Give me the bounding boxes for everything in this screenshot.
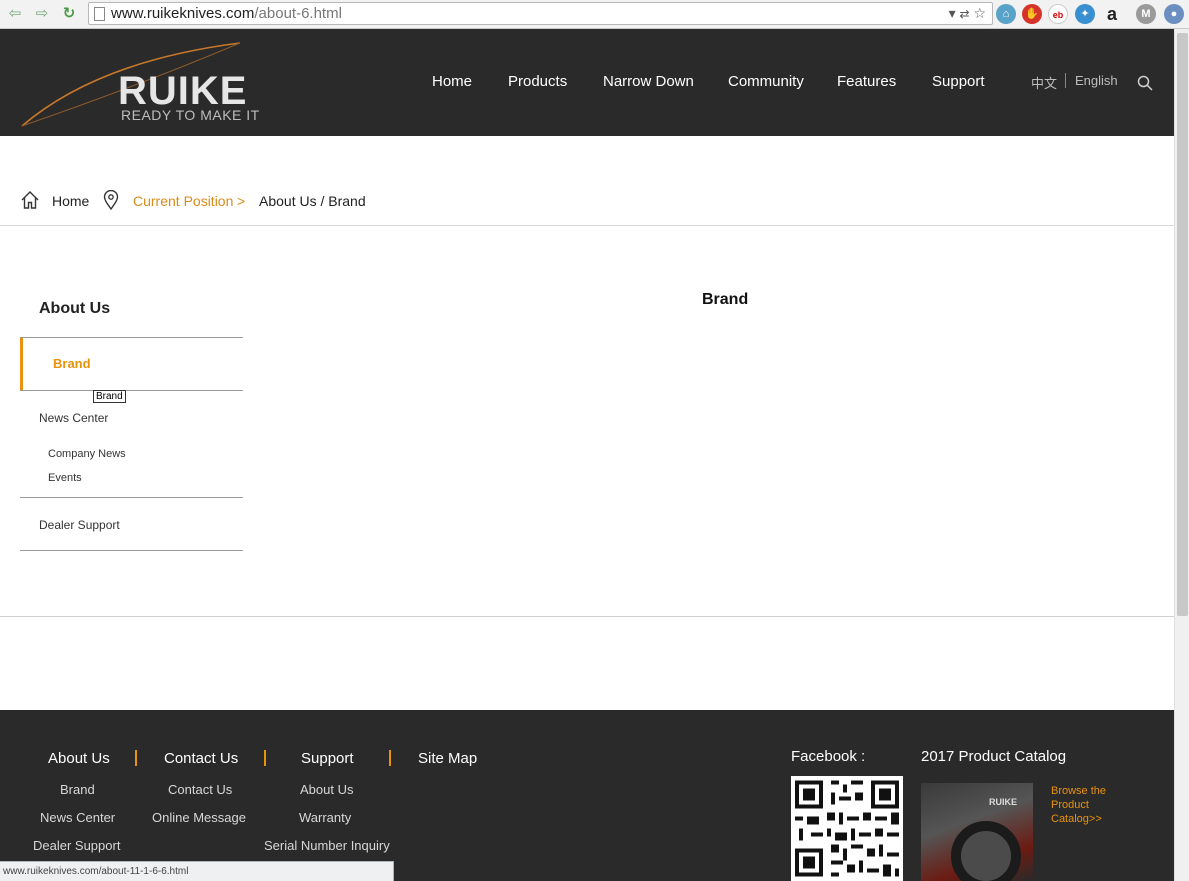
site-header: RUIKE READY TO MAKE IT Home Products Nar…: [0, 29, 1174, 136]
footer-link-news-center[interactable]: News Center: [40, 810, 115, 825]
breadcrumb-path: About Us / Brand: [259, 193, 366, 209]
nav-features[interactable]: Features: [837, 73, 896, 90]
page-icon: [94, 7, 105, 21]
home-icon[interactable]: ⌂: [996, 4, 1016, 24]
breadcrumb-current-label: Current Position: [133, 193, 234, 209]
url-domain: www.ruikeknives.com: [111, 5, 255, 22]
nav-home[interactable]: Home: [432, 73, 472, 90]
nav-community[interactable]: Community: [728, 73, 804, 90]
browse-catalog-link[interactable]: Browse the Product Catalog>>: [1051, 784, 1131, 826]
sidebar-divider: [20, 497, 243, 498]
star-icon[interactable]: ☆: [973, 5, 986, 21]
footer-separator: [135, 750, 137, 766]
url-path: /about-6.html: [254, 5, 342, 22]
browser-status-bar: www.ruikeknives.com/about-11-1-6-6.html: [0, 861, 394, 881]
footer-head-support[interactable]: Support: [301, 750, 354, 767]
lang-english[interactable]: English: [1075, 73, 1118, 88]
nav-products[interactable]: Products: [508, 73, 567, 90]
footer-head-contact-us[interactable]: Contact Us: [164, 750, 238, 767]
footer-link-online-message[interactable]: Online Message: [152, 810, 246, 825]
sidebar-subitem-company-news[interactable]: Company News: [48, 448, 126, 460]
translate-icon[interactable]: ⇄: [959, 7, 969, 21]
location-pin-icon: [103, 190, 119, 210]
footer-link-serial-number-inquiry[interactable]: Serial Number Inquiry: [264, 838, 390, 853]
address-bar-actions: ▾ ⇄ ☆: [949, 5, 986, 22]
breadcrumb: Home Current Position > About Us / Brand: [0, 190, 1174, 226]
footer-head-about-us[interactable]: About Us: [48, 750, 110, 767]
footer-link-dealer-support[interactable]: Dealer Support: [33, 838, 120, 853]
lang-chinese[interactable]: 中文: [1031, 73, 1057, 92]
catalog-cover-image[interactable]: RUIKE: [921, 783, 1033, 881]
catalog-label: 2017 Product Catalog: [921, 748, 1067, 765]
content-divider: [0, 616, 1174, 617]
browser-toolbar: ⇦ ⇨ ↻ www.ruikeknives.com/about-6.html ▾…: [0, 0, 1189, 29]
stop-icon[interactable]: ✋: [1022, 4, 1042, 24]
footer-link-about-us[interactable]: About Us: [300, 782, 353, 797]
footer-link-warranty[interactable]: Warranty: [299, 810, 351, 825]
ebay-icon[interactable]: eb: [1048, 4, 1068, 24]
footer-link-brand[interactable]: Brand: [60, 782, 95, 797]
home-outline-icon: [21, 191, 39, 209]
footer-separator: [389, 750, 391, 766]
sidebar-subitem-events[interactable]: Events: [48, 472, 82, 484]
bulb-icon[interactable]: ✦: [1075, 4, 1095, 24]
page-scrollbar[interactable]: [1174, 29, 1189, 881]
sidebar-item-dealer-support[interactable]: Dealer Support: [39, 518, 120, 532]
sidebar-divider: [20, 550, 243, 551]
logo-tagline: READY TO MAKE IT: [121, 107, 260, 123]
sidebar-title: About Us: [39, 300, 111, 317]
forward-icon[interactable]: ⇨: [33, 5, 51, 23]
ruike-logo[interactable]: RUIKE READY TO MAKE IT: [18, 41, 288, 127]
sidebar-item-news-center[interactable]: News Center: [39, 411, 108, 425]
sidebar-divider: [20, 390, 243, 391]
globe-icon[interactable]: ●: [1164, 4, 1184, 24]
page-title: Brand: [702, 291, 749, 308]
dropdown-icon[interactable]: ▾: [949, 5, 956, 21]
facebook-qr-code[interactable]: [791, 776, 903, 881]
breadcrumb-arrow: >: [237, 193, 246, 209]
reload-icon[interactable]: ↻: [60, 5, 78, 23]
sidebar-item-brand[interactable]: Brand: [20, 338, 243, 390]
footer-separator: [264, 750, 266, 766]
site-footer: About Us Contact Us Support Site Map Bra…: [0, 710, 1174, 881]
qr-code-icon: [791, 776, 903, 881]
address-text[interactable]: www.ruikeknives.com/about-6.html: [111, 5, 342, 22]
sidebar-item-label: Brand: [53, 356, 91, 371]
footer-head-site-map[interactable]: Site Map: [418, 750, 477, 767]
m-icon[interactable]: M: [1136, 4, 1156, 24]
footer-link-contact-us[interactable]: Contact Us: [168, 782, 232, 797]
nav-narrow-down[interactable]: Narrow Down: [603, 73, 694, 90]
tooltip: Brand: [93, 390, 126, 403]
search-icon[interactable]: [1137, 75, 1153, 91]
amazon-icon[interactable]: a: [1102, 4, 1122, 24]
wheel-image: [951, 821, 1021, 881]
facebook-label: Facebook :: [791, 748, 866, 765]
address-bar[interactable]: www.ruikeknives.com/about-6.html ▾ ⇄ ☆: [88, 2, 993, 25]
catalog-brand: RUIKE: [989, 797, 1018, 807]
back-icon[interactable]: ⇦: [6, 5, 24, 23]
scrollbar-thumb[interactable]: [1177, 33, 1188, 616]
nav-support[interactable]: Support: [932, 73, 985, 90]
lang-separator: [1065, 73, 1066, 88]
breadcrumb-home[interactable]: Home: [52, 193, 89, 209]
